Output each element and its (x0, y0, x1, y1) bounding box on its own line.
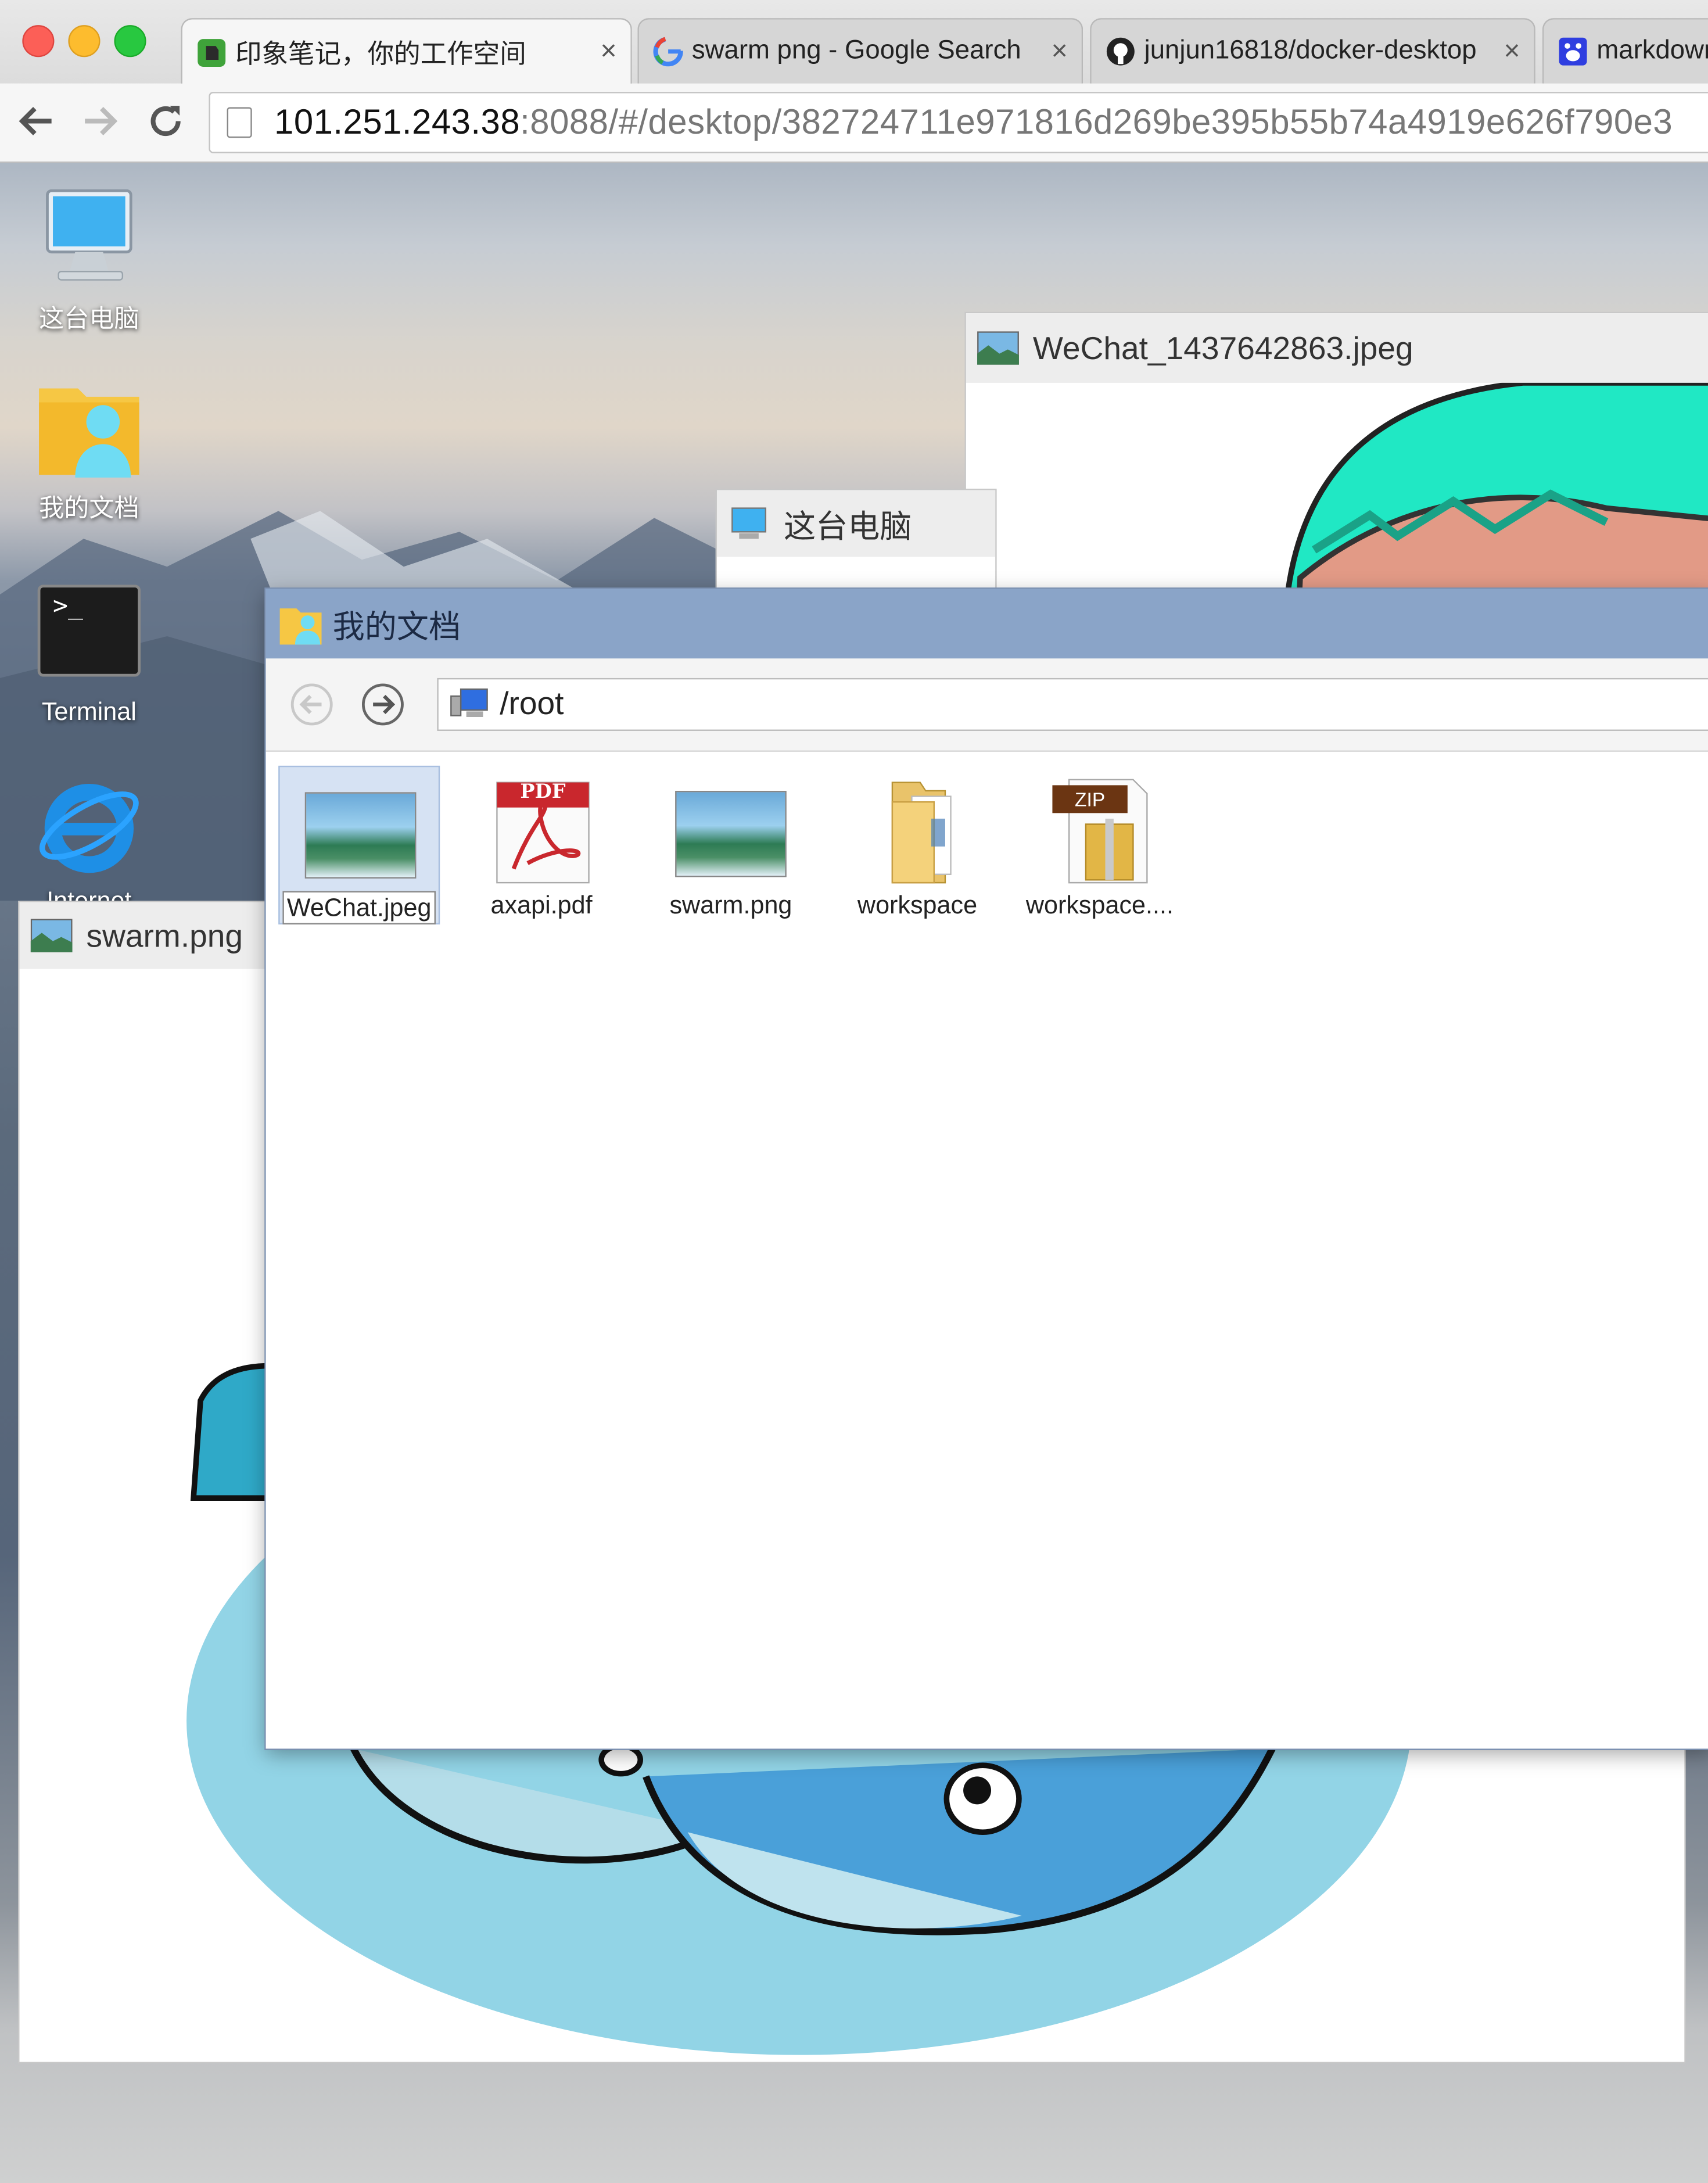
browser-tab-markdown[interactable]: markdown (1542, 18, 1708, 84)
file-name: workspace (857, 891, 978, 919)
zip-badge: ZIP (1075, 788, 1106, 811)
desktop-icon-terminal[interactable]: >_ Terminal (20, 580, 159, 727)
desktop-icon-internet[interactable]: Internet (20, 770, 159, 916)
browser-tab-evernote[interactable]: 印象笔记，你的工作空间 × (181, 18, 632, 85)
file-list: WeChat.jpeg PDF axapi.pdf swarm.png work… (265, 751, 1708, 1749)
tab-title: 印象笔记，你的工作空间 (235, 40, 526, 70)
terminal-icon: >_ (34, 580, 145, 692)
browser-toolbar: 101.251.243.38:8088/#/desktop/382724711e… (0, 83, 1708, 163)
google-icon (653, 36, 684, 67)
file-name: axapi.pdf (490, 891, 593, 919)
image-file-icon (675, 790, 787, 877)
baidu-icon (1558, 36, 1588, 67)
tab-title: markdown (1596, 36, 1708, 66)
tab-title: junjun16818/docker-desktop (1144, 36, 1477, 66)
back-arrow-icon[interactable] (15, 101, 57, 142)
window-minimize-button[interactable] (68, 25, 101, 58)
forward-arrow-icon[interactable] (80, 101, 121, 142)
reload-icon[interactable] (145, 101, 186, 142)
internet-explorer-icon (34, 770, 145, 881)
tab-close-icon[interactable]: × (1052, 35, 1068, 67)
image-file-icon (304, 792, 417, 879)
file-name: swarm.png (669, 891, 792, 919)
computer-icon (450, 688, 488, 717)
address-url: 101.251.243.38:8088/#/desktop/382724711e… (274, 103, 1673, 142)
pdf-badge: PDF (520, 781, 566, 804)
evernote-icon (196, 37, 227, 67)
file-item-workspace-zip[interactable]: ZIP workspace.... (1019, 766, 1180, 924)
back-button[interactable] (290, 683, 333, 726)
address-bar[interactable]: 101.251.243.38:8088/#/desktop/382724711e… (209, 92, 1708, 153)
desktop-icon-this-pc[interactable]: 这台电脑 (20, 182, 159, 336)
image-file-icon (977, 331, 1019, 365)
file-item-axapi-pdf[interactable]: PDF axapi.pdf (461, 766, 622, 924)
browser-tab-github[interactable]: junjun16818/docker-desktop × (1090, 18, 1535, 84)
window-titlebar[interactable]: 这台电脑 (716, 490, 996, 557)
tab-title: swarm png - Google Search (691, 36, 1021, 66)
browser-tab-bar: 印象笔记，你的工作空间 × swarm png - Google Search … (0, 0, 1708, 85)
page-icon (227, 107, 252, 138)
window-titlebar[interactable]: WeChat_1437642863.jpeg (966, 313, 1708, 383)
user-folder-icon (34, 372, 145, 483)
tab-close-icon[interactable]: × (1504, 35, 1520, 67)
user-folder-icon (279, 608, 322, 645)
computer-icon (731, 507, 767, 539)
image-file-icon (30, 919, 73, 952)
file-item-wechat-jpeg[interactable]: WeChat.jpeg (278, 765, 440, 925)
folder-icon (891, 782, 952, 884)
terminal-prompt: >_ (53, 592, 84, 621)
file-item-workspace-folder[interactable]: workspace (837, 766, 998, 924)
file-name-edit[interactable]: WeChat.jpeg (282, 891, 436, 925)
file-manager-window[interactable]: 我的文档 /root WeChat.jpeg PDF axapi.pdf swa… (265, 589, 1708, 1749)
forward-arrow-icon (373, 694, 396, 715)
window-titlebar[interactable]: 我的文档 (265, 589, 1708, 659)
file-name: workspace.... (1025, 891, 1174, 919)
desktop-icon-my-documents[interactable]: 我的文档 (20, 372, 159, 525)
path-bar[interactable]: /root (437, 678, 1708, 731)
remote-desktop: 这台电脑 我的文档 >_ Terminal Internet WeChat_14… (0, 163, 1708, 2183)
github-icon (1106, 36, 1136, 67)
tab-close-icon[interactable]: × (600, 36, 616, 68)
window-zoom-button[interactable] (114, 25, 146, 58)
forward-button[interactable] (361, 683, 404, 726)
path-text: /root (500, 684, 564, 722)
file-manager-navbar: /root (265, 658, 1708, 752)
file-item-swarm-png[interactable]: swarm.png (650, 766, 812, 924)
computer-icon (34, 182, 145, 294)
browser-tab-google[interactable]: swarm png - Google Search × (637, 18, 1083, 84)
back-arrow-icon (299, 694, 322, 715)
window-close-button[interactable] (22, 25, 55, 58)
